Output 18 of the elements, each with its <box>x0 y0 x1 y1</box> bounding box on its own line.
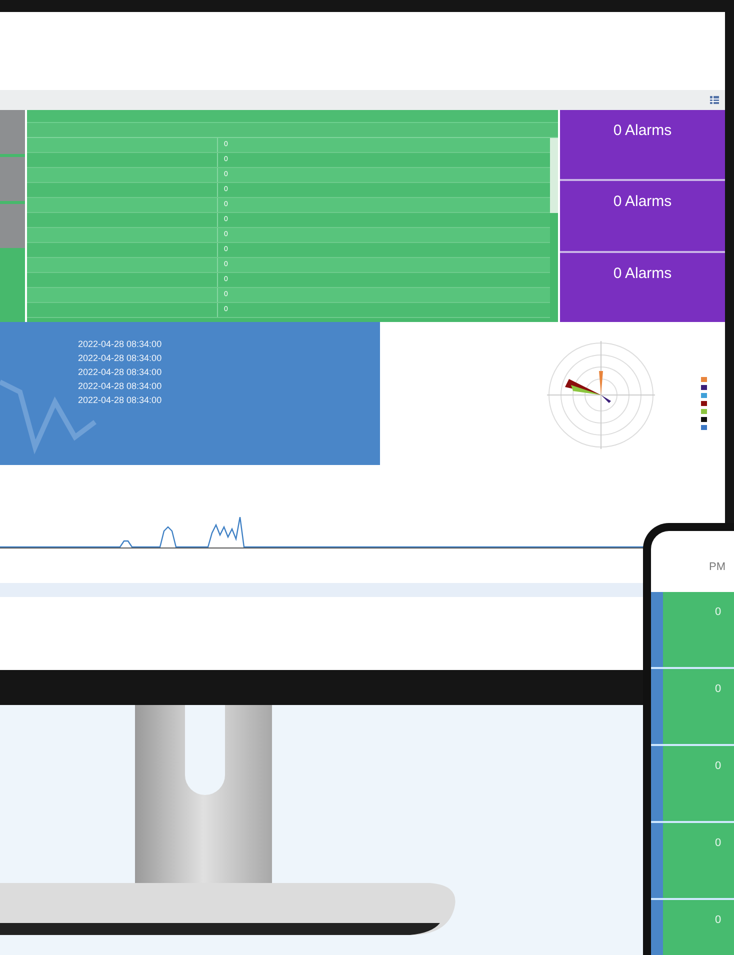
phone-card-value: 0 <box>715 914 722 928</box>
phone-title: PM <box>709 561 726 573</box>
alarm-count: 0 Alarms <box>613 122 672 140</box>
phone-card-value: 0 <box>715 760 722 774</box>
weather-time: 2022-04-28 08:34:00 <box>78 395 162 406</box>
phone-card-value: 0 <box>715 606 722 620</box>
phone-card-value: 0 <box>715 683 722 697</box>
phone-card-value: 0 <box>715 837 722 851</box>
photo-placeholder <box>0 204 25 248</box>
weather-time: 2022-04-28 08:34:00 <box>78 367 162 378</box>
weather-time: 2022-04-28 08:34:00 <box>78 353 162 364</box>
grid-icon[interactable] <box>710 96 719 104</box>
photo-placeholder <box>0 157 25 201</box>
alarm-count: 0 Alarms <box>613 193 672 212</box>
alarm-count: 0 Alarms <box>613 264 672 283</box>
weather-time: 2022-04-28 08:34:00 <box>78 339 162 350</box>
weather-time: 2022-04-28 08:34:00 <box>78 381 162 392</box>
photo-placeholder <box>0 110 25 154</box>
